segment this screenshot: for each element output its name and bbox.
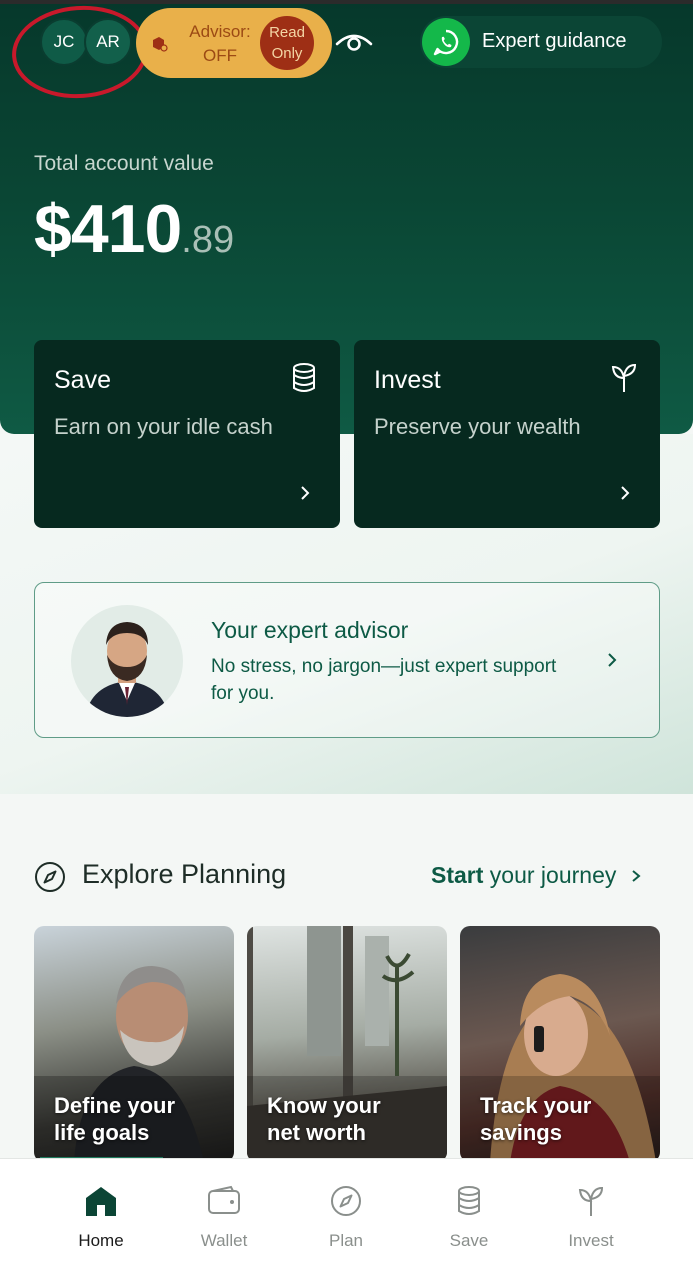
save-card[interactable]: Save Earn on your idle cash bbox=[34, 340, 340, 528]
status-strip bbox=[0, 0, 693, 4]
nav-item-invest[interactable]: Invest bbox=[541, 1185, 641, 1251]
nav-item-save[interactable]: Save bbox=[419, 1185, 519, 1251]
bottom-navigation: Home Wallet Plan Save Invest bbox=[0, 1158, 693, 1280]
nav-label: Wallet bbox=[200, 1231, 248, 1250]
home-icon bbox=[86, 1187, 116, 1216]
sprout-icon bbox=[611, 363, 637, 392]
expert-guidance-button[interactable]: Expert guidance bbox=[420, 16, 662, 68]
read-only-badge: Read Only bbox=[260, 16, 314, 70]
card-subtitle: Earn on your idle cash bbox=[54, 414, 273, 439]
lock-icon bbox=[153, 37, 168, 52]
total-account-value: $410.89 bbox=[34, 190, 234, 268]
read-only-line1: Read bbox=[269, 24, 305, 41]
account-cents: .89 bbox=[181, 219, 235, 261]
card-title: Save bbox=[54, 366, 111, 394]
tile-label: Track your savings bbox=[480, 1092, 591, 1146]
advisor-card-title: Your expert advisor bbox=[211, 617, 409, 643]
planning-tile-life-goals[interactable]: Define your life goals bbox=[34, 926, 234, 1162]
nav-item-plan[interactable]: Plan bbox=[296, 1185, 396, 1251]
advisor-status: Advisor: OFF bbox=[178, 20, 262, 68]
chevron-right-icon bbox=[621, 486, 630, 500]
tile-label-line1: Define your bbox=[54, 1093, 176, 1118]
tile-label: Know your net worth bbox=[267, 1092, 381, 1146]
planning-tile-savings[interactable]: Track your savings bbox=[460, 926, 660, 1162]
chevron-right-icon bbox=[608, 653, 617, 667]
compass-icon bbox=[331, 1186, 361, 1216]
invest-card[interactable]: Invest Preserve your wealth bbox=[354, 340, 660, 528]
nav-label: Home bbox=[78, 1231, 124, 1250]
explore-planning-title: Explore Planning bbox=[82, 859, 287, 889]
avatar[interactable]: AR bbox=[84, 18, 132, 66]
expert-advisor-card[interactable]: Your expert advisor No stress, no jargon… bbox=[34, 582, 660, 738]
journey-link-rest: your journey bbox=[483, 862, 617, 888]
tile-label-line1: Know your bbox=[267, 1093, 381, 1118]
account-dollars: $410 bbox=[34, 191, 182, 267]
advisor-label: Advisor: bbox=[189, 22, 251, 41]
nav-item-home[interactable]: Home bbox=[51, 1185, 151, 1251]
planning-tile-net-worth[interactable]: Know your net worth bbox=[247, 926, 447, 1162]
card-title: Invest bbox=[374, 366, 441, 394]
nav-label: Plan bbox=[328, 1231, 364, 1250]
advisor-card-subtitle: No stress, no jargon—just expert support… bbox=[211, 656, 557, 704]
nav-item-wallet[interactable]: Wallet bbox=[174, 1185, 274, 1251]
advisor-mode-toggle[interactable]: Advisor: OFF Read Only bbox=[136, 8, 332, 78]
tile-label-line2: savings bbox=[480, 1120, 562, 1145]
chevron-right-icon bbox=[301, 486, 310, 500]
eye-icon[interactable] bbox=[334, 26, 374, 58]
tile-label-line2: life goals bbox=[54, 1120, 150, 1145]
nav-label: Save bbox=[449, 1231, 489, 1250]
avatar[interactable]: JC bbox=[40, 18, 88, 66]
compass-icon bbox=[35, 862, 65, 892]
tile-label-line2: net worth bbox=[267, 1120, 366, 1145]
user-avatars[interactable]: JC AR bbox=[40, 18, 136, 66]
tile-label-line1: Track your bbox=[480, 1093, 592, 1118]
whatsapp-icon bbox=[422, 18, 470, 66]
expert-guidance-label: Expert guidance bbox=[482, 30, 627, 52]
card-subtitle: Preserve your wealth bbox=[374, 414, 581, 439]
advisor-state: OFF bbox=[203, 46, 237, 65]
tile-label: Define your life goals bbox=[54, 1092, 175, 1146]
database-icon bbox=[293, 363, 315, 392]
read-only-line2: Only bbox=[271, 45, 303, 62]
journey-link-bold: Start bbox=[431, 862, 484, 888]
start-journey-link[interactable]: Start your journey bbox=[431, 862, 643, 889]
advisor-portrait bbox=[71, 605, 183, 717]
total-account-label: Total account value bbox=[34, 152, 214, 175]
database-icon bbox=[458, 1186, 480, 1215]
sprout-icon bbox=[578, 1186, 604, 1216]
nav-label: Invest bbox=[568, 1231, 614, 1250]
wallet-icon bbox=[208, 1185, 240, 1214]
chevron-right-icon bbox=[632, 870, 641, 882]
